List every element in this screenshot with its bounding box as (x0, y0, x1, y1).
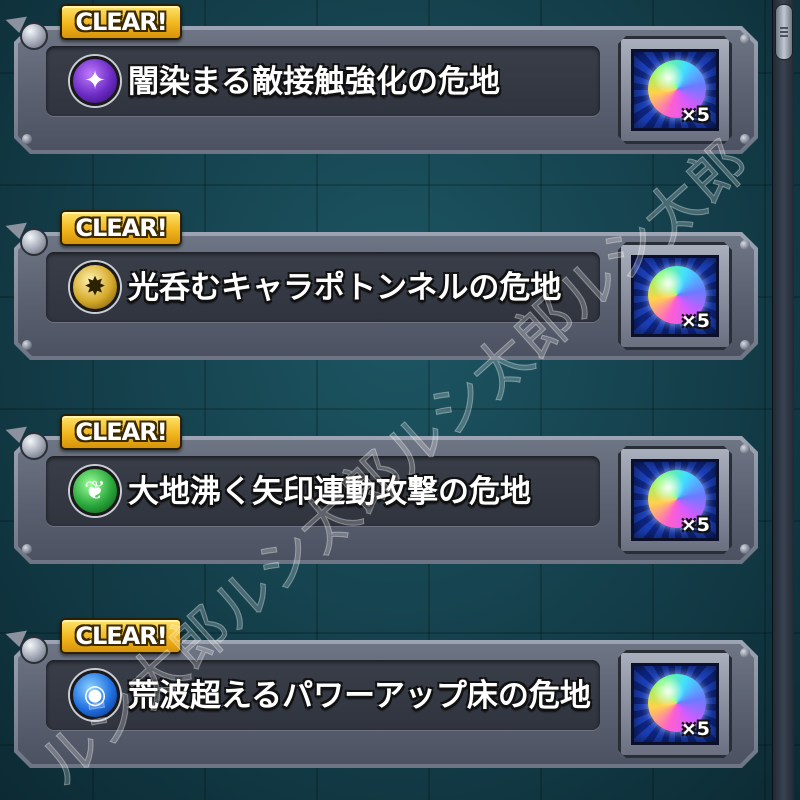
clear-badge: CLEAR! (60, 4, 182, 40)
quest-title-bar[interactable]: ❦ 大地沸く矢印連動攻撃の危地 (46, 456, 600, 526)
quest-panel-3[interactable]: CLEAR! ❦ 大地沸く矢印連動攻撃の危地 ×5 (3, 414, 758, 564)
bolt (740, 340, 750, 350)
hook-ball (20, 228, 48, 256)
clear-badge: CLEAR! (60, 210, 182, 246)
scroll-thumb[interactable] (775, 4, 793, 60)
hook-ornament (3, 215, 48, 258)
reward-inner: ×5 (631, 255, 719, 337)
reward-inner: ×5 (631, 459, 719, 541)
hook-ornament (3, 9, 48, 52)
hook-ornament (3, 623, 48, 666)
hook-ball (20, 636, 48, 664)
quest-panel-4[interactable]: CLEAR! ◉ 荒波超えるパワーアップ床の危地 ×5 (3, 618, 758, 768)
reward-count: ×5 (680, 718, 710, 740)
quest-panel-2[interactable]: CLEAR! ✸ 光呑むキャラポトンネルの危地 ×5 (3, 210, 758, 360)
reward-count: ×5 (680, 514, 710, 536)
clear-badge: CLEAR! (60, 414, 182, 450)
reward-inner: ×5 (631, 49, 719, 131)
quest-panel-1[interactable]: CLEAR! ✦ 闇染まる敵接触強化の危地 ×5 (3, 4, 758, 154)
hook-ball (20, 432, 48, 460)
light-element-icon: ✸ (70, 262, 120, 312)
bolt (22, 340, 32, 350)
reward-inner: ×5 (631, 663, 719, 745)
clear-badge: CLEAR! (60, 618, 182, 654)
bolt (740, 34, 750, 44)
hook-ornament (3, 419, 48, 462)
reward-count: ×5 (680, 310, 710, 332)
reward-box[interactable]: ×5 (618, 36, 732, 144)
hook-ball (20, 22, 48, 50)
quest-title: 荒波超えるパワーアップ床の危地 (128, 678, 591, 714)
quest-title: 光呑むキャラポトンネルの危地 (128, 270, 562, 306)
quest-title: 大地沸く矢印連動攻撃の危地 (128, 474, 531, 510)
bolt (740, 544, 750, 554)
bolt (22, 544, 32, 554)
reward-count: ×5 (680, 104, 710, 126)
quest-title: 闇染まる敵接触強化の危地 (128, 64, 500, 100)
bolt (740, 134, 750, 144)
bolt (22, 134, 32, 144)
bolt (740, 648, 750, 658)
water-element-icon: ◉ (70, 670, 120, 720)
dark-element-icon: ✦ (70, 56, 120, 106)
bolt (740, 240, 750, 250)
wood-element-icon: ❦ (70, 466, 120, 516)
quest-title-bar[interactable]: ✦ 闇染まる敵接触強化の危地 (46, 46, 600, 116)
reward-box[interactable]: ×5 (618, 242, 732, 350)
reward-box[interactable]: ×5 (618, 446, 732, 554)
reward-box[interactable]: ×5 (618, 650, 732, 758)
bolt (740, 444, 750, 454)
quest-title-bar[interactable]: ◉ 荒波超えるパワーアップ床の危地 (46, 660, 600, 730)
quest-title-bar[interactable]: ✸ 光呑むキャラポトンネルの危地 (46, 252, 600, 322)
scrollbar[interactable] (772, 0, 794, 800)
